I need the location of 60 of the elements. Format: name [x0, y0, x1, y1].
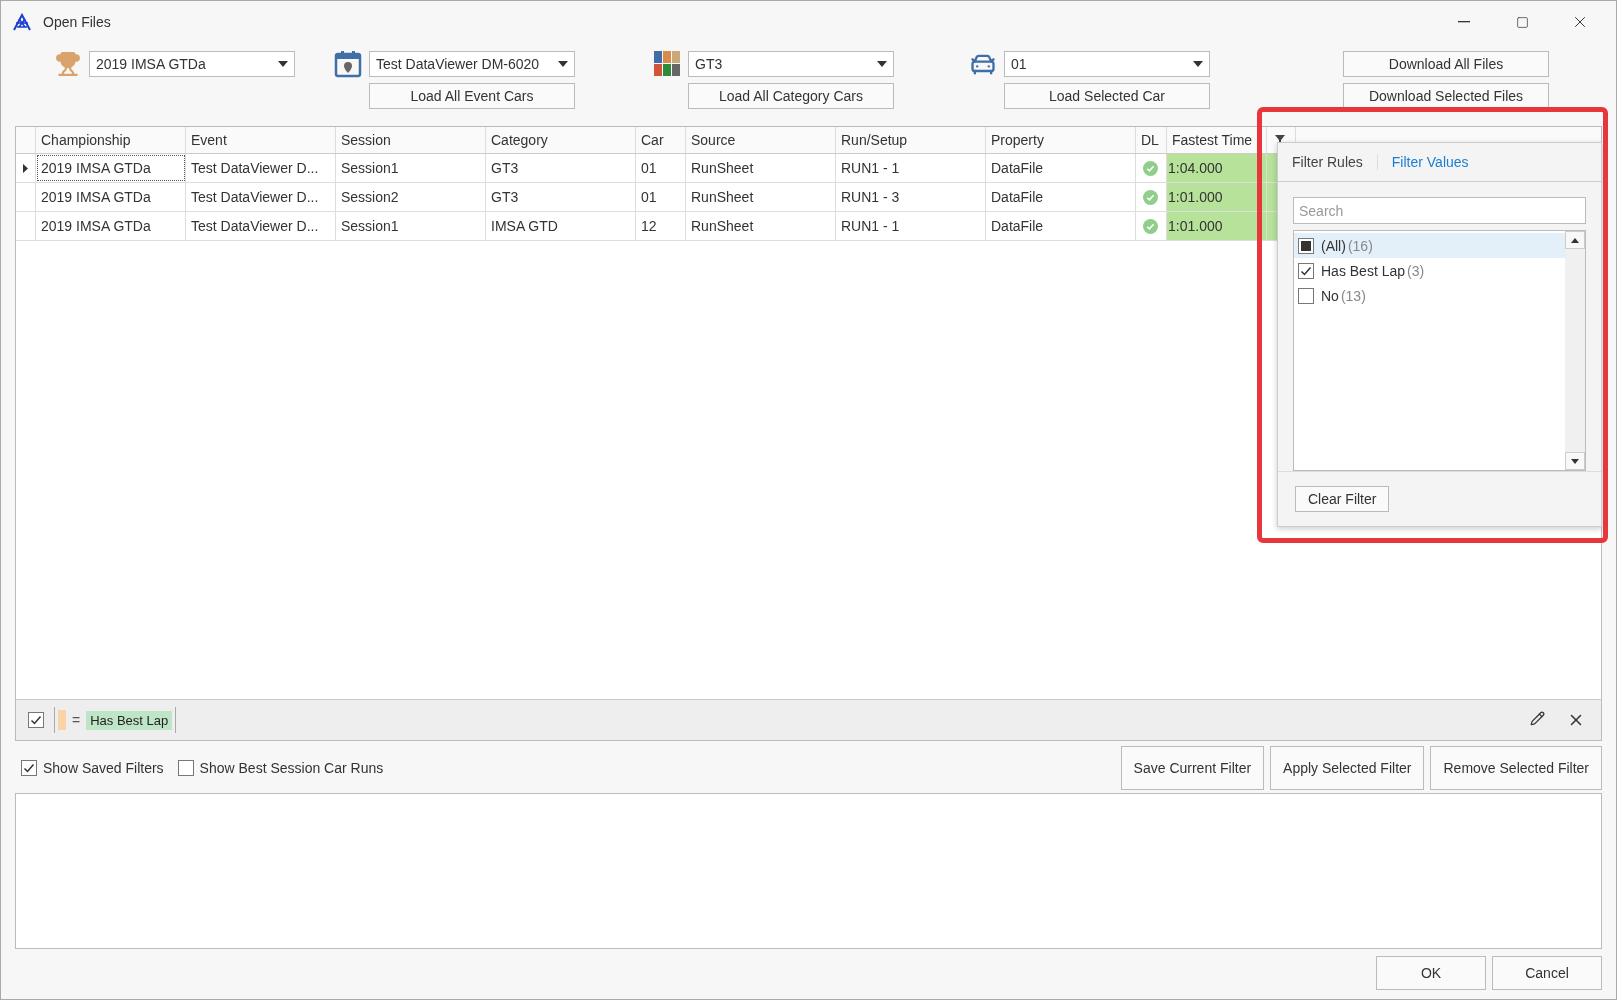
filter-button[interactable]: Remove Selected Filter — [1430, 745, 1602, 790]
checkbox[interactable] — [21, 759, 37, 776]
load-button[interactable]: Load All Category Cars — [688, 83, 894, 109]
column-header[interactable]: Property — [986, 127, 1136, 153]
dropdown[interactable]: GT3 — [688, 51, 894, 77]
checkbox-label: Show Best Session Car Runs — [199, 759, 384, 776]
minimize-icon — [1458, 21, 1470, 23]
column-header[interactable]: Fastest Time — [1167, 127, 1267, 153]
dialog-button[interactable]: Cancel — [1492, 956, 1602, 990]
window-title: Open Files — [43, 14, 111, 30]
dropdown[interactable]: 2019 IMSA GTDa — [89, 51, 295, 77]
caret-icon — [1193, 61, 1203, 67]
column-header[interactable]: Championship — [36, 127, 186, 153]
check-icon — [1300, 264, 1312, 277]
checkbox[interactable] — [1298, 287, 1314, 304]
up-arrow-icon — [1571, 237, 1579, 243]
list-item[interactable]: Has Best Lap(3) — [1294, 258, 1565, 284]
download-button[interactable]: Download Selected Files — [1343, 83, 1549, 109]
list-item[interactable]: No(13) — [1294, 283, 1565, 309]
scroll-up-button[interactable] — [1565, 231, 1585, 250]
table-cell: 1:04.000 — [1167, 154, 1267, 182]
list-item[interactable]: (All)(16) — [1294, 233, 1565, 259]
caret-icon — [558, 61, 568, 67]
dropdown[interactable]: Test DataViewer DM-6020 — [369, 51, 575, 77]
column-header[interactable]: Run/Setup — [836, 127, 986, 153]
column-header[interactable]: Session — [336, 127, 486, 153]
table-cell: 1:01.000 — [1167, 183, 1267, 211]
filter-button[interactable]: Apply Selected Filter — [1270, 745, 1425, 790]
caret-icon — [278, 61, 288, 67]
table-cell: 2019 IMSA GTDa — [36, 154, 186, 182]
checkbox-label: Show Saved Filters — [43, 759, 164, 776]
column-header[interactable]: Event — [186, 127, 336, 153]
table-cell: 1:01.000 — [1167, 212, 1267, 240]
tab[interactable]: Filter Rules — [1292, 154, 1378, 171]
load-button[interactable]: Load All Event Cars — [369, 83, 575, 109]
trophy-icon — [55, 51, 81, 77]
dialog-button[interactable]: OK — [1376, 956, 1486, 990]
column-header[interactable]: DL — [1136, 127, 1167, 153]
column-header[interactable]: Source — [686, 127, 836, 153]
column-header[interactable]: Car — [636, 127, 686, 153]
column-header[interactable]: Category — [486, 127, 636, 153]
check-icon — [23, 761, 35, 774]
filter-button[interactable]: Save Current Filter — [1120, 745, 1265, 790]
calendar-pin-icon — [334, 50, 362, 78]
color-grid-icon — [654, 51, 680, 77]
checkbox[interactable] — [1298, 262, 1314, 279]
check-icon — [30, 714, 42, 726]
down-arrow-icon — [1571, 458, 1579, 464]
download-button[interactable]: Download All Files — [1343, 51, 1549, 77]
search-field[interactable]: Search — [1293, 197, 1586, 225]
tab[interactable]: Filter Values — [1391, 154, 1483, 171]
dropdown[interactable]: 01 — [1004, 51, 1210, 77]
clear-filter-button[interactable]: Clear Filter — [1295, 486, 1390, 513]
caret-icon — [877, 61, 887, 67]
load-button[interactable]: Load Selected Car — [1004, 83, 1210, 109]
checkbox[interactable] — [177, 759, 194, 776]
maximize-icon — [1515, 15, 1529, 29]
checkbox[interactable] — [28, 712, 44, 728]
app-logo-icon — [13, 13, 31, 31]
scroll-down-button[interactable] — [1565, 452, 1585, 471]
